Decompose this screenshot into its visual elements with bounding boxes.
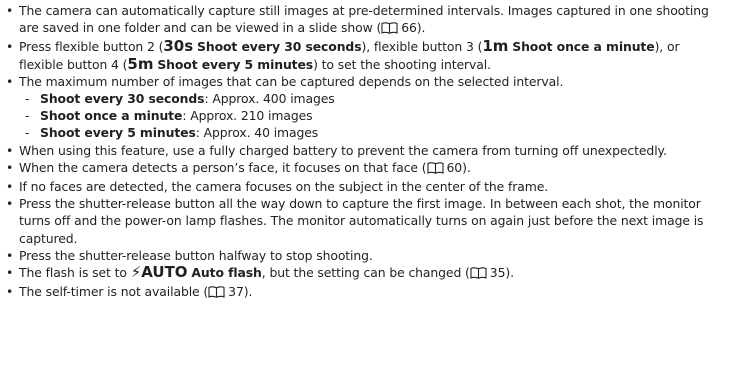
book-reference-icon [426, 161, 444, 178]
manual-page: The camera can automatically capture sti… [0, 0, 729, 302]
interval-label: Shoot every 5 minutes [157, 56, 314, 72]
list-item: If no faces are detected, the camera foc… [6, 178, 721, 195]
book-reference-icon [470, 266, 487, 283]
page-reference[interactable]: 60 [447, 160, 463, 175]
sub-list-item: Shoot once a minute: Approx. 210 images [23, 107, 721, 124]
list-item: The maximum number of images that can be… [6, 73, 721, 142]
list-item: The flash is set to ⚡AUTO Auto flash, bu… [6, 263, 721, 283]
book-reference-icon [381, 21, 398, 38]
interval-1m-symbol: 1m [482, 37, 509, 56]
interval-30s-symbol: 30s [163, 37, 194, 56]
list-item: When the camera detects a person’s face,… [6, 159, 721, 178]
notes-list: The camera can automatically capture sti… [6, 2, 721, 302]
flash-mode-label: Auto flash [191, 265, 262, 281]
capture-limits-list: Shoot every 30 seconds: Approx. 400 imag… [19, 90, 721, 142]
page-reference[interactable]: 35 [490, 265, 506, 280]
book-reference-icon [208, 285, 225, 302]
interval-5m-symbol: 5m [127, 54, 154, 73]
list-item: Press the shutter-release button all the… [6, 195, 721, 247]
list-item: Press flexible button 2 (30s Shoot every… [6, 38, 721, 72]
page-reference[interactable]: 66 [401, 20, 417, 35]
interval-label: Shoot once a minute [512, 39, 655, 55]
list-item: The self-timer is not available (37). [6, 283, 721, 302]
page-reference[interactable]: 37 [228, 284, 244, 299]
list-item: The camera can automatically capture sti… [6, 2, 721, 38]
auto-flash-symbol: ⚡AUTO [130, 263, 188, 282]
list-item: Press the shutter-release button halfway… [6, 247, 721, 264]
sub-list-item: Shoot every 30 seconds: Approx. 400 imag… [23, 90, 721, 107]
interval-label: Shoot every 30 seconds [197, 39, 362, 55]
list-item: When using this feature, use a fully cha… [6, 142, 721, 159]
sub-list-item: Shoot every 5 minutes: Approx. 40 images [23, 124, 721, 141]
